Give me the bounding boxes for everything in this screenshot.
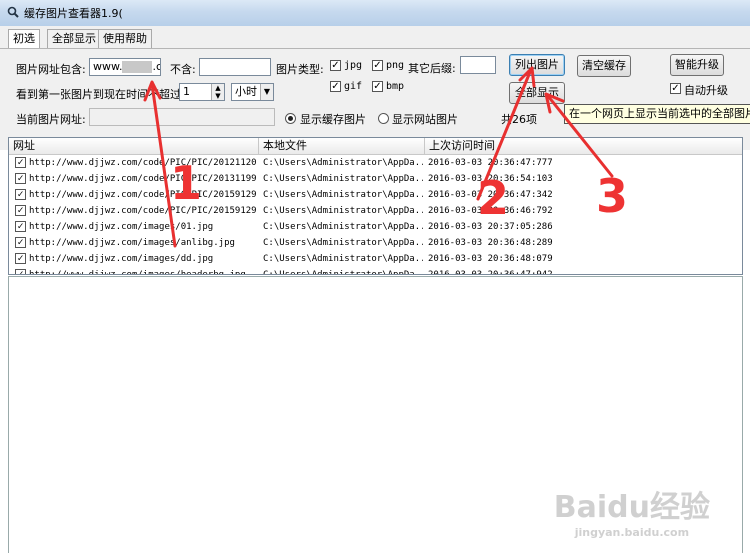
annotation-arrows xyxy=(143,66,614,248)
watermark: Baidu经验 jingyan.baidu.com xyxy=(553,490,710,539)
annotation-number-2: 2 xyxy=(477,171,510,225)
annotation-number-1: 1 xyxy=(170,156,203,210)
annotation-number-3: 3 xyxy=(596,169,629,223)
arrow-3 xyxy=(546,94,614,178)
